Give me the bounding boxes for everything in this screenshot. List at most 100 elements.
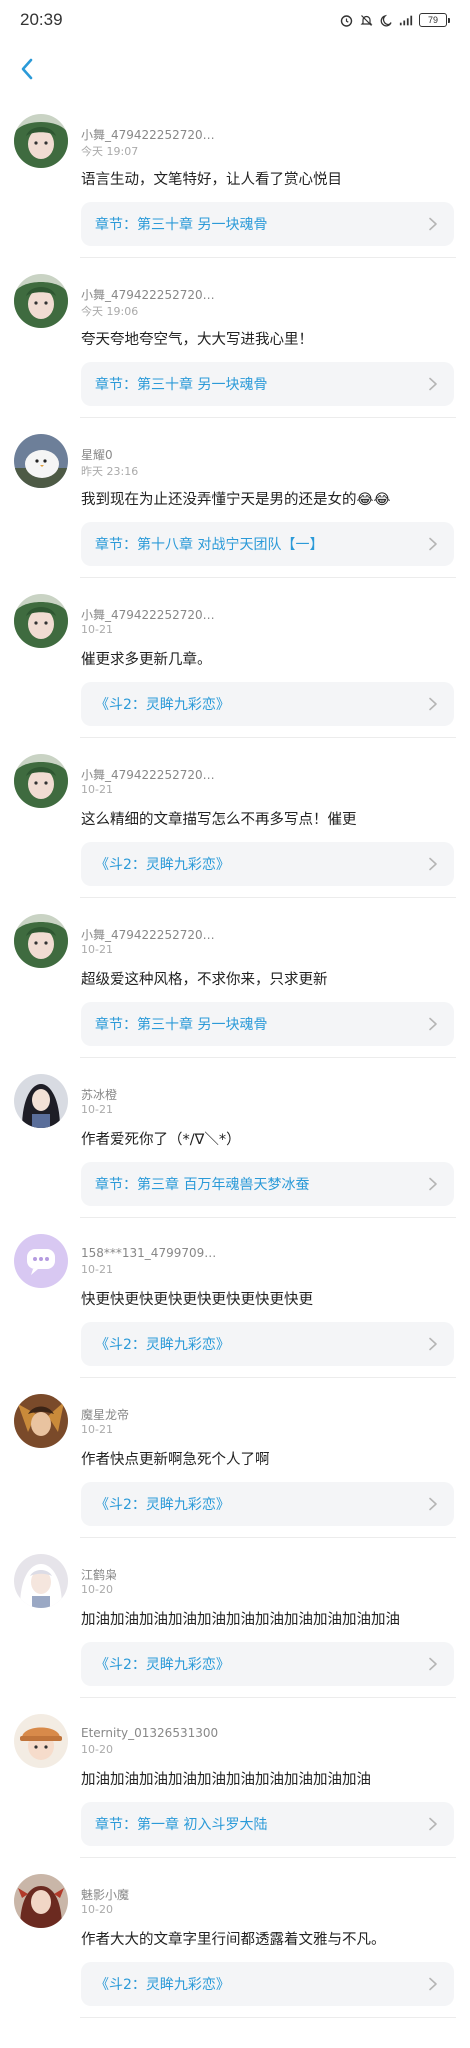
chevron-right-icon xyxy=(428,1177,440,1191)
chapter-label: 《斗2：灵眸九彩恋》 xyxy=(95,697,230,713)
comment-text: 语言生动，文笔特好，让人看了赏心悦目 xyxy=(81,172,342,188)
comment-item: Eternity_01326531300 10-20 加油加油加油加油加油加油加… xyxy=(0,1698,470,1858)
back-chevron-icon xyxy=(21,58,33,80)
moon-icon xyxy=(379,13,393,27)
comment-item: 小舞_479422252720… 10-21 超级爱这种风格，不求你来，只求更新… xyxy=(0,898,470,1058)
chapter-link[interactable]: 章节：第三十章 另一块魂骨 xyxy=(81,1002,454,1046)
avatar[interactable] xyxy=(14,1394,68,1448)
comment-text: 作者快点更新啊急死个人了啊 xyxy=(81,1452,270,1468)
chapter-link[interactable]: 《斗2：灵眸九彩恋》 xyxy=(81,1642,454,1686)
chevron-right-icon xyxy=(428,1977,440,1991)
avatar[interactable] xyxy=(14,754,68,808)
avatar[interactable] xyxy=(14,1074,68,1128)
avatar[interactable] xyxy=(14,114,68,168)
chapter-label: 《斗2：灵眸九彩恋》 xyxy=(95,1977,230,1993)
chapter-label: 章节：第三章 百万年魂兽天梦冰蚕 xyxy=(95,1177,310,1193)
avatar[interactable] xyxy=(14,274,68,328)
comment-username[interactable]: 158***131_4799709… xyxy=(81,1246,216,1260)
status-bar: 20:39 79 xyxy=(0,0,470,40)
comment-username[interactable]: Eternity_01326531300 xyxy=(81,1726,218,1740)
chapter-label: 章节：第一章 初入斗罗大陆 xyxy=(95,1817,268,1833)
comment-time: 10-20 xyxy=(81,1743,113,1756)
alarm-icon xyxy=(339,13,353,27)
chapter-link[interactable]: 《斗2：灵眸九彩恋》 xyxy=(81,1962,454,2006)
comment-username[interactable]: 小舞_479422252720… xyxy=(81,606,215,623)
comment-item: 小舞_479422252720… 今天 19:06 夸天夸地夸空气，大大写进我心… xyxy=(0,258,470,418)
comment-text: 作者大大的文章字里行间都透露着文雅与不凡。 xyxy=(81,1932,386,1948)
chapter-link[interactable]: 章节：第三十章 另一块魂骨 xyxy=(81,362,454,406)
chevron-right-icon xyxy=(428,697,440,711)
comment-username[interactable]: 小舞_479422252720… xyxy=(81,926,215,943)
avatar[interactable] xyxy=(14,594,68,648)
avatar[interactable] xyxy=(14,1874,68,1928)
avatar[interactable] xyxy=(14,1554,68,1608)
chevron-right-icon xyxy=(428,217,440,231)
comment-item: 小舞_479422252720… 10-21 这么精细的文章描写怎么不再多写点！… xyxy=(0,738,470,898)
comment-text: 作者爱死你了（*/∇＼*） xyxy=(81,1132,241,1148)
comment-username[interactable]: 魅影小魔 xyxy=(81,1886,129,1903)
comment-username[interactable]: 魔星龙帝 xyxy=(81,1406,129,1423)
status-time: 20:39 xyxy=(20,10,63,29)
comment-item: 小舞_479422252720… 今天 19:07 语言生动，文笔特好，让人看了… xyxy=(0,98,470,258)
comment-text: 加油加油加油加油加油加油加油加油加油加油 xyxy=(81,1772,371,1788)
comment-text: 加油加油加油加油加油加油加油加油加油加油加油 xyxy=(81,1612,400,1628)
avatar[interactable] xyxy=(14,1234,68,1288)
chevron-right-icon xyxy=(428,1817,440,1831)
chevron-right-icon xyxy=(428,857,440,871)
comment-time: 今天 19:06 xyxy=(81,305,139,318)
status-icons: 79 xyxy=(339,13,450,27)
avatar[interactable] xyxy=(14,1714,68,1768)
comment-text: 我到现在为止还没弄懂宁天是男的还是女的😂😂 xyxy=(81,492,391,508)
comment-username[interactable]: 小舞_479422252720… xyxy=(81,286,215,303)
comment-text: 快更快更快更快更快更快更快更快更 xyxy=(81,1292,313,1308)
comment-time: 10-20 xyxy=(81,1903,113,1916)
comment-time: 10-20 xyxy=(81,1583,113,1596)
divider xyxy=(80,2017,456,2018)
comment-item: 魔星龙帝 10-21 作者快点更新啊急死个人了啊 《斗2：灵眸九彩恋》 xyxy=(0,1378,470,1538)
chevron-right-icon xyxy=(428,1337,440,1351)
chevron-right-icon xyxy=(428,377,440,391)
chapter-label: 章节：第三十章 另一块魂骨 xyxy=(95,1017,268,1033)
comment-time: 10-21 xyxy=(81,623,113,636)
chapter-link[interactable]: 章节：第一章 初入斗罗大陆 xyxy=(81,1802,454,1846)
chapter-link[interactable]: 章节：第十八章 对战宁天团队【一】 xyxy=(81,522,454,566)
comment-item: 苏冰橙 10-21 作者爱死你了（*/∇＼*） 章节：第三章 百万年魂兽天梦冰蚕 xyxy=(0,1058,470,1218)
chapter-label: 《斗2：灵眸九彩恋》 xyxy=(95,857,230,873)
comment-text: 超级爱这种风格，不求你来，只求更新 xyxy=(81,972,328,988)
avatar[interactable] xyxy=(14,434,68,488)
comment-username[interactable]: 苏冰橙 xyxy=(81,1086,117,1103)
back-button[interactable] xyxy=(12,54,42,84)
chapter-label: 章节：第十八章 对战宁天团队【一】 xyxy=(95,537,324,553)
avatar[interactable] xyxy=(14,914,68,968)
chapter-label: 《斗2：灵眸九彩恋》 xyxy=(95,1497,230,1513)
comment-list: 小舞_479422252720… 今天 19:07 语言生动，文笔特好，让人看了… xyxy=(0,98,470,2018)
chevron-right-icon xyxy=(428,1017,440,1031)
comment-username[interactable]: 江鹤枭 xyxy=(81,1566,117,1583)
comment-username[interactable]: 星耀0 xyxy=(81,446,113,463)
comment-time: 今天 19:07 xyxy=(81,145,139,158)
signal-icon xyxy=(399,13,413,27)
comment-time: 昨天 23:16 xyxy=(81,465,139,478)
comment-time: 10-21 xyxy=(81,783,113,796)
comment-time: 10-21 xyxy=(81,943,113,956)
battery-icon: 79 xyxy=(419,13,450,27)
comment-username[interactable]: 小舞_479422252720… xyxy=(81,126,215,143)
chapter-link[interactable]: 《斗2：灵眸九彩恋》 xyxy=(81,682,454,726)
chapter-label: 《斗2：灵眸九彩恋》 xyxy=(95,1657,230,1673)
chevron-right-icon xyxy=(428,1497,440,1511)
chapter-label: 《斗2：灵眸九彩恋》 xyxy=(95,1337,230,1353)
comment-item: 小舞_479422252720… 10-21 催更求多更新几章。 《斗2：灵眸九… xyxy=(0,578,470,738)
comment-item: 江鹤枭 10-20 加油加油加油加油加油加油加油加油加油加油加油 《斗2：灵眸九… xyxy=(0,1538,470,1698)
battery-level: 79 xyxy=(419,13,447,27)
chapter-label: 章节：第三十章 另一块魂骨 xyxy=(95,217,268,233)
chapter-link[interactable]: 章节：第三章 百万年魂兽天梦冰蚕 xyxy=(81,1162,454,1206)
comment-username[interactable]: 小舞_479422252720… xyxy=(81,766,215,783)
chapter-link[interactable]: 章节：第三十章 另一块魂骨 xyxy=(81,202,454,246)
chapter-link[interactable]: 《斗2：灵眸九彩恋》 xyxy=(81,842,454,886)
comment-time: 10-21 xyxy=(81,1263,113,1276)
nav-bar xyxy=(0,40,470,98)
chapter-link[interactable]: 《斗2：灵眸九彩恋》 xyxy=(81,1482,454,1526)
mute-icon xyxy=(359,13,373,27)
chapter-link[interactable]: 《斗2：灵眸九彩恋》 xyxy=(81,1322,454,1366)
chevron-right-icon xyxy=(428,1657,440,1671)
